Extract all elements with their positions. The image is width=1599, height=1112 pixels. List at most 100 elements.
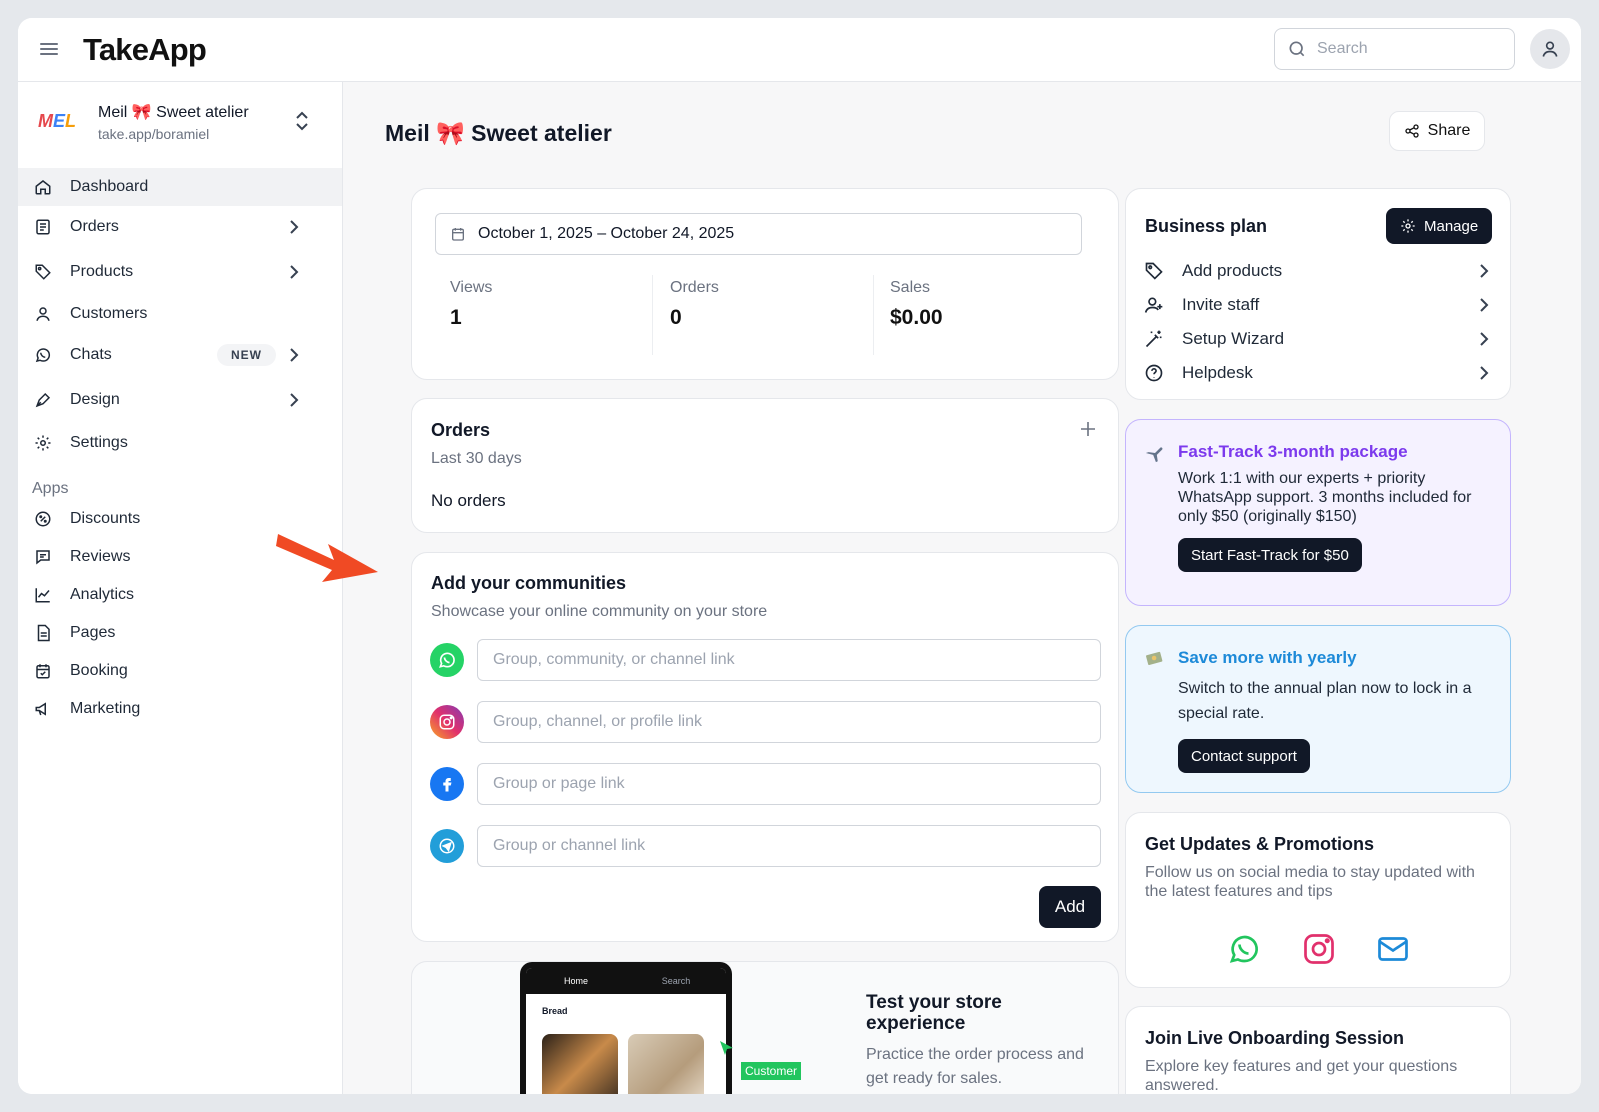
fasttrack-text: Work 1:1 with our experts + priority Wha… (1178, 470, 1472, 525)
add-communities-button[interactable]: Add (1039, 886, 1101, 928)
contact-support-button[interactable]: Contact support (1178, 739, 1310, 773)
phone-category: Bread (542, 1006, 568, 1016)
stat-orders: Orders 0 (670, 279, 719, 359)
instagram-icon[interactable] (1301, 931, 1337, 967)
calendar-icon (452, 228, 464, 241)
chevron-right-icon (290, 393, 299, 407)
review-icon (36, 550, 50, 565)
instagram-icon (430, 705, 464, 739)
sidebar-item-marketing[interactable]: Marketing (18, 690, 342, 728)
onboarding-title: Join Live Onboarding Session (1145, 1028, 1405, 1048)
whatsapp-icon (430, 643, 464, 677)
annotation-arrow-icon (276, 534, 378, 582)
chevron-up-down-icon (296, 111, 308, 131)
telegram-link-input[interactable] (477, 825, 1101, 867)
share-button[interactable]: Share (1389, 111, 1485, 151)
stats-card: October 1, 2025 – October 24, 2025 Views… (411, 188, 1119, 380)
sidebar-item-orders[interactable]: Orders (18, 208, 342, 246)
test-store-subtitle: Practice the order process and get ready… (866, 1046, 1084, 1087)
sidebar-item-label: Marketing (70, 700, 141, 717)
page-title: Meil 🎀 Sweet atelier (385, 120, 612, 146)
communities-title: Add your communities (431, 573, 627, 593)
sidebar-item-label: Booking (70, 662, 128, 679)
tag-icon (35, 264, 51, 280)
phone-preview: Home Search Bread (520, 962, 732, 1094)
megaphone-icon (35, 702, 46, 716)
sidebar-item-products[interactable]: Products (18, 253, 342, 291)
onboarding-card: Join Live Onboarding Session Explore key… (1125, 1006, 1511, 1094)
user-plus-icon (1144, 297, 1163, 313)
mail-icon[interactable] (1375, 931, 1411, 967)
share-label: Share (1427, 122, 1471, 139)
plan-item-helpdesk[interactable]: Helpdesk (1144, 358, 1494, 388)
start-fasttrack-button[interactable]: Start Fast-Track for $50 (1178, 538, 1362, 572)
chevron-right-icon (1480, 298, 1489, 312)
orders-title: Orders (431, 420, 491, 440)
plan-item-label: Add products (1182, 261, 1283, 280)
manage-label: Manage (1424, 217, 1479, 235)
sidebar-item-customers[interactable]: Customers (18, 295, 342, 333)
updates-text: Follow us on social media to stay update… (1145, 864, 1475, 900)
business-plan-card: Business plan Manage Add products Invite… (1125, 188, 1511, 400)
sidebar-item-design[interactable]: Design (18, 381, 342, 419)
chevron-right-icon (1480, 264, 1489, 278)
top-bar: TakeApp (18, 18, 1581, 82)
sidebar-item-label: Pages (70, 624, 116, 641)
user-avatar[interactable] (1530, 29, 1570, 69)
sidebar-item-label: Orders (70, 218, 119, 235)
sidebar-item-label: Products (70, 263, 134, 280)
sidebar-item-label: Design (70, 391, 120, 408)
calendar-icon (36, 664, 50, 679)
facebook-link-input[interactable] (477, 763, 1101, 805)
test-store-card: Home Search Bread Customer Test your sto… (411, 961, 1119, 1094)
search-box[interactable] (1274, 28, 1515, 70)
divider (652, 275, 653, 355)
whatsapp-link-input[interactable] (477, 639, 1101, 681)
home-icon (35, 180, 51, 195)
plan-item-add-products[interactable]: Add products (1144, 256, 1494, 286)
chevron-right-icon (1480, 332, 1489, 346)
store-switcher[interactable]: MEL Meil 🎀 Sweet atelier take.app/borami… (18, 82, 342, 166)
phone-tab-home: Home (563, 976, 588, 986)
communities-subtitle: Showcase your online community on your s… (431, 603, 768, 620)
fasttrack-card: Fast-Track 3-month package Work 1:1 with… (1125, 419, 1511, 606)
communities-card: Add your communities Showcase your onlin… (411, 552, 1119, 942)
main-content: Meil 🎀 Sweet atelier Share October 1, 20… (343, 82, 1581, 1094)
store-logo-letter: E (52, 110, 65, 131)
orders-empty: No orders (431, 491, 506, 510)
new-badge: NEW (217, 344, 276, 366)
plus-icon[interactable] (1080, 421, 1096, 437)
search-input[interactable] (1317, 40, 1497, 58)
chevron-right-icon (290, 220, 299, 234)
whatsapp-icon[interactable] (1226, 931, 1262, 967)
sidebar-item-settings[interactable]: Settings (18, 424, 342, 462)
plan-item-setup-wizard[interactable]: Setup Wizard (1144, 324, 1494, 354)
sidebar-item-label: Analytics (70, 586, 135, 603)
whatsapp-icon (35, 348, 51, 363)
sidebar-item-booking[interactable]: Booking (18, 652, 342, 690)
plan-item-invite-staff[interactable]: Invite staff (1144, 290, 1494, 320)
apps-heading: Apps (32, 480, 69, 497)
sidebar-item-label: Reviews (70, 548, 131, 565)
menu-icon[interactable] (40, 40, 58, 60)
chevron-right-icon (1480, 366, 1489, 380)
user-icon (36, 307, 50, 321)
sidebar-item-pages[interactable]: Pages (18, 614, 342, 652)
manage-plan-button[interactable]: Manage (1386, 208, 1493, 244)
telegram-icon (430, 829, 464, 863)
user-icon (1542, 41, 1558, 57)
sidebar-item-chats[interactable]: Chats NEW (18, 336, 342, 374)
date-range-picker[interactable]: October 1, 2025 – October 24, 2025 (435, 213, 1082, 255)
sidebar-item-dashboard[interactable]: Dashboard (18, 168, 342, 206)
stat-value: 1 (450, 306, 462, 329)
airplane-icon (1145, 447, 1163, 463)
magic-wand-icon (1145, 330, 1162, 348)
yearly-card: Save more with yearly Switch to the annu… (1125, 625, 1511, 793)
app-logo[interactable]: TakeApp (83, 32, 207, 68)
store-url: take.app/boramiel (98, 126, 210, 142)
customer-tag: Customer (741, 1062, 802, 1080)
app-window: TakeApp MEL Meil 🎀 Sweet atelier take.ap… (18, 18, 1581, 1094)
instagram-link-input[interactable] (477, 701, 1101, 743)
stat-sales: Sales $0.00 (890, 279, 943, 359)
help-circle-icon (1145, 364, 1163, 382)
